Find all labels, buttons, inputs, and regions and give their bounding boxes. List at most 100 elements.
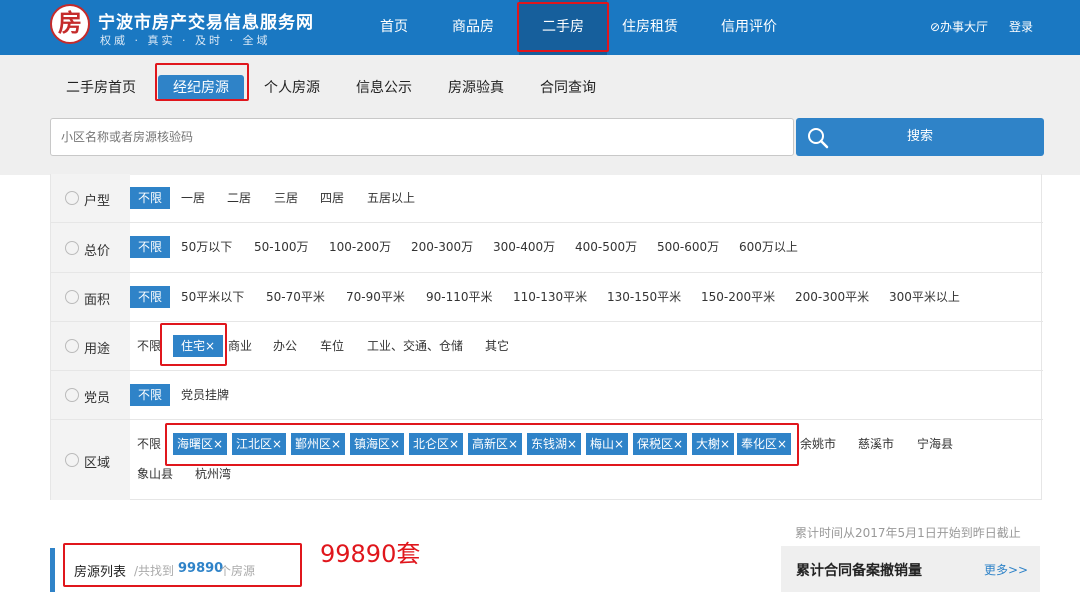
filter-option[interactable]: 90-110平米: [426, 286, 493, 308]
search-icon: [808, 128, 829, 149]
filter-option[interactable]: 300平米以上: [889, 286, 960, 308]
filter-option[interactable]: 不限: [130, 286, 171, 308]
site-subtitle: 权威 · 真实 · 及时 · 全域: [100, 34, 271, 47]
subnav-second-hand-home[interactable]: 二手房首页: [66, 75, 136, 101]
filter-option[interactable]: 100-200万: [329, 236, 391, 258]
site-logo[interactable]: 房: [50, 4, 90, 44]
filter-option[interactable]: 不限: [130, 187, 171, 209]
filter-option[interactable]: 党员挂牌: [181, 384, 229, 406]
subnav-personal-listings[interactable]: 个人房源: [264, 75, 320, 101]
listing-found-prefix: /共找到: [134, 564, 175, 578]
usage-icon: [65, 339, 79, 353]
filter-option[interactable]: 办公: [273, 335, 297, 357]
filter-option[interactable]: 400-500万: [575, 236, 637, 258]
filter-option[interactable]: 五居以上: [367, 187, 415, 209]
filter-label-area: 面积: [51, 273, 130, 321]
filter-option[interactable]: 70-90平米: [346, 286, 405, 308]
filter-option[interactable]: 余姚市: [800, 433, 836, 455]
region-tag[interactable]: 海曙区×: [173, 433, 228, 455]
site-title: 宁波市房产交易信息服务网: [98, 13, 314, 33]
listing-accent-bar: [50, 548, 55, 592]
login-link[interactable]: 登录: [1009, 0, 1033, 55]
nav-rental[interactable]: 住房租赁: [622, 0, 678, 55]
filter-option[interactable]: 50万以下: [181, 236, 232, 258]
region-tag[interactable]: 镇海区×: [350, 433, 405, 455]
subnav-info-disclosure[interactable]: 信息公示: [356, 75, 412, 101]
filter-option[interactable]: 宁海县: [917, 433, 953, 455]
nav-home[interactable]: 首页: [380, 0, 408, 55]
filter-option[interactable]: 200-300平米: [795, 286, 869, 308]
subnav-agency-listings[interactable]: 经纪房源: [158, 75, 244, 101]
region-tag[interactable]: 北仑区×: [409, 433, 464, 455]
count-annotation: 99890套: [320, 540, 421, 568]
subnav-verify-listing[interactable]: 房源验真: [448, 75, 504, 101]
region-tag[interactable]: 高新区×: [468, 433, 523, 455]
region-icon: [65, 453, 79, 467]
filter-option[interactable]: 50-100万: [254, 236, 309, 258]
region-tag[interactable]: 保税区×: [633, 433, 688, 455]
filter-option[interactable]: 110-130平米: [513, 286, 587, 308]
region-tag[interactable]: 鄞州区×: [291, 433, 346, 455]
search-button[interactable]: 搜索: [796, 118, 1044, 156]
nav-new-house[interactable]: 商品房: [452, 0, 494, 55]
filter-label-usage: 用途: [51, 322, 130, 370]
office-hall-link[interactable]: ⊘办事大厅: [930, 0, 988, 55]
filter-option[interactable]: 杭州湾: [195, 463, 231, 485]
search-input[interactable]: [50, 118, 794, 156]
layout-icon: [65, 191, 79, 205]
area-icon: [65, 290, 79, 304]
filter-option[interactable]: 600万以上: [739, 236, 798, 258]
filter-option[interactable]: 一居: [181, 187, 205, 209]
filter-label-party: 党员: [51, 371, 130, 419]
filter-option[interactable]: 50平米以下: [181, 286, 244, 308]
listing-title: 房源列表: [74, 565, 127, 580]
stats-period-note: 累计时间从2017年5月1日开始到昨日截止: [795, 526, 1021, 540]
filter-option[interactable]: 二居: [227, 187, 251, 209]
filter-option[interactable]: 四居: [320, 187, 344, 209]
filter-option[interactable]: 慈溪市: [858, 433, 894, 455]
filter-option[interactable]: 不限: [130, 384, 171, 406]
filter-row-party: 党员 不限 党员挂牌: [51, 371, 1043, 420]
listing-count: 99890: [178, 561, 224, 576]
filter-option[interactable]: 商业: [228, 335, 252, 357]
subnav-contract-query[interactable]: 合同查询: [540, 75, 596, 101]
region-tag[interactable]: 梅山×: [586, 433, 629, 455]
filter-row-region: 区域 不限 海曙区× 江北区× 鄞州区× 镇海区× 北仑区× 高新区× 东钱湖×…: [51, 420, 1043, 500]
filter-option[interactable]: 200-300万: [411, 236, 473, 258]
listing-unit: 个房源: [219, 564, 256, 578]
filter-option[interactable]: 不限: [137, 335, 161, 357]
filter-option[interactable]: 130-150平米: [607, 286, 681, 308]
filter-option[interactable]: 车位: [320, 335, 344, 357]
filter-panel: 户型 不限 一居 二居 三居 四居 五居以上 总价 不限 50万以下 50-10…: [50, 174, 1043, 500]
filter-option[interactable]: 不限: [130, 236, 171, 258]
region-tag[interactable]: 奉化区×: [737, 433, 792, 455]
filter-row-area: 面积 不限 50平米以下 50-70平米 70-90平米 90-110平米 11…: [51, 273, 1043, 322]
filter-option[interactable]: 三居: [274, 187, 298, 209]
region-tag[interactable]: 大榭×: [692, 433, 735, 455]
sub-navbar: [0, 55, 1080, 175]
filter-option[interactable]: 其它: [485, 335, 509, 357]
filter-row-layout: 户型 不限 一居 二居 三居 四居 五居以上: [51, 174, 1043, 223]
region-tag[interactable]: 东钱湖×: [527, 433, 582, 455]
filter-option[interactable]: 500-600万: [657, 236, 719, 258]
filter-option[interactable]: 50-70平米: [266, 286, 325, 308]
side-panel-title: 累计合同备案撤销量: [796, 563, 922, 579]
filter-option[interactable]: 300-400万: [493, 236, 555, 258]
filter-row-price: 总价 不限 50万以下 50-100万 100-200万 200-300万 30…: [51, 223, 1043, 273]
filter-row-usage: 用途 不限 住宅× 商业 办公 车位 工业、交通、仓储 其它: [51, 322, 1043, 371]
filter-label-layout: 户型: [51, 174, 130, 222]
filter-label-price: 总价: [51, 223, 130, 272]
side-more-link[interactable]: 更多>>: [984, 561, 1028, 578]
filter-option[interactable]: 工业、交通、仓储: [367, 335, 463, 357]
filter-option[interactable]: 不限: [137, 433, 161, 455]
filter-label-region: 区域: [51, 420, 130, 500]
filter-option-selected[interactable]: 住宅×: [173, 335, 224, 357]
price-icon: [65, 241, 79, 255]
party-icon: [65, 388, 79, 402]
filter-option[interactable]: 150-200平米: [701, 286, 775, 308]
filter-option[interactable]: 象山县: [137, 463, 173, 485]
nav-second-hand[interactable]: 二手房: [519, 0, 607, 55]
region-tag[interactable]: 江北区×: [232, 433, 287, 455]
search-button-label: 搜索: [906, 129, 933, 144]
nav-credit[interactable]: 信用评价: [721, 0, 777, 55]
